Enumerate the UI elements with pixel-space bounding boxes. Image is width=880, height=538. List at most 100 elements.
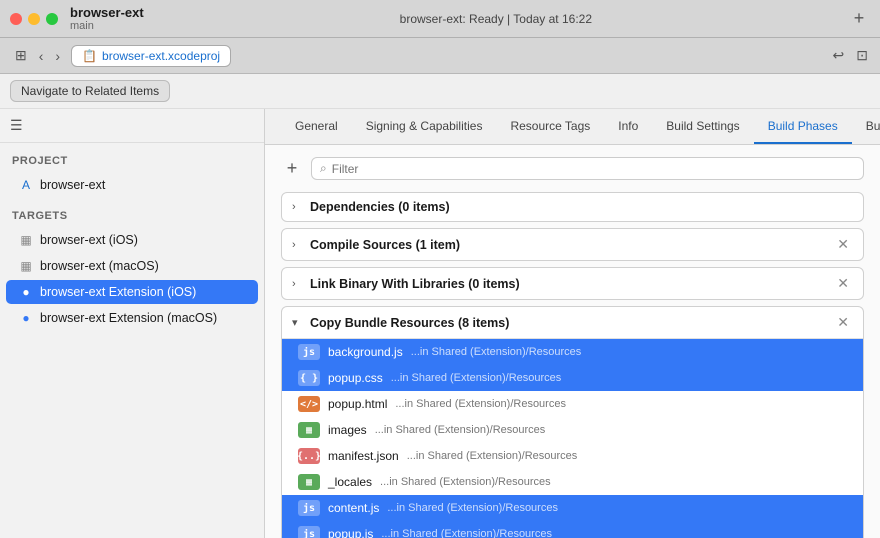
file-name-manifest-json: manifest.json [328,449,399,463]
link-chevron-icon: › [292,278,304,290]
phase-dependencies: › Dependencies (0 items) [281,192,864,222]
navigate-related-button[interactable]: Navigate to Related Items [10,80,170,102]
sidebar-item-macos[interactable]: ▦ browser-ext (macOS) [6,254,258,278]
file-path-popup-js: ...in Shared (Extension)/Resources [381,528,552,538]
grid-view-button[interactable]: ⊞ [10,45,32,66]
layout-button[interactable]: ⊡ [854,45,870,66]
phase-copy-header[interactable]: ▾ Copy Bundle Resources (8 items) ✕ [282,307,863,339]
json-icon: {..} [298,448,320,464]
active-tab[interactable]: 📋 browser-ext.xcodeproj [71,45,231,67]
phase-link: › Link Binary With Libraries (0 items) ✕ [281,267,864,300]
file-name-images: images [328,423,367,437]
minimize-traffic-light[interactable] [28,13,40,25]
toolbar-nav: ⊞ ‹ › [10,45,65,66]
file-path-locales: ...in Shared (Extension)/Resources [380,476,551,488]
file-row-popup-html[interactable]: </> popup.html ...in Shared (Extension)/… [282,391,863,417]
app-icon: A [18,177,34,193]
file-path-background-js: ...in Shared (Extension)/Resources [411,346,582,358]
titlebar-right: + [848,8,870,30]
forward-button[interactable]: › [50,46,65,66]
ext-ios-icon: ● [18,284,34,300]
file-name-popup-html: popup.html [328,397,387,411]
build-phases-content: + ⌕ › Dependencies (0 items) › Compile S… [265,145,880,538]
file-path-popup-html: ...in Shared (Extension)/Resources [395,398,566,410]
sidebar-toggle-button[interactable]: ☰ [10,117,23,134]
compile-chevron-icon: › [292,239,304,251]
html-icon: </> [298,396,320,412]
copy-title: Copy Bundle Resources (8 items) [310,316,827,330]
phase-dependencies-header[interactable]: › Dependencies (0 items) [282,193,863,221]
add-tab-button[interactable]: + [848,8,870,30]
sidebar-item-ios[interactable]: ▦ browser-ext (iOS) [6,228,258,252]
sidebar: ☰ PROJECT A browser-ext TARGETS ▦ browse… [0,109,265,538]
sidebar-ios-label: browser-ext (iOS) [40,233,138,247]
file-row-background-js[interactable]: js background.js ...in Shared (Extension… [282,339,863,365]
dependencies-chevron-icon: › [292,201,304,213]
back-button[interactable]: ‹ [34,46,49,66]
phase-link-header[interactable]: › Link Binary With Libraries (0 items) ✕ [282,268,863,299]
phase-compile-header[interactable]: › Compile Sources (1 item) ✕ [282,229,863,260]
file-row-content-js[interactable]: js content.js ...in Shared (Extension)/R… [282,495,863,521]
phase-compile: › Compile Sources (1 item) ✕ [281,228,864,261]
file-list: js background.js ...in Shared (Extension… [282,339,863,538]
sidebar-ext-ios-label: browser-ext Extension (iOS) [40,285,196,299]
loc-icon: ▦ [298,474,320,490]
file-row-manifest-json[interactable]: {..} manifest.json ...in Shared (Extensi… [282,443,863,469]
tab-signing[interactable]: Signing & Capabilities [352,109,497,144]
titlebar-left: browser-ext main [10,5,144,32]
img-icon: ▦ [298,422,320,438]
tab-build-phases[interactable]: Build Phases [754,109,852,144]
tabs-bar: General Signing & Capabilities Resource … [265,109,880,145]
js-icon-2: js [298,500,320,516]
filter-input[interactable] [332,162,855,176]
link-title: Link Binary With Libraries (0 items) [310,277,827,291]
compile-close-button[interactable]: ✕ [833,236,853,253]
add-phase-button[interactable]: + [281,158,303,180]
sidebar-item-project[interactable]: A browser-ext [6,173,258,197]
file-row-popup-js[interactable]: js popup.js ...in Shared (Extension)/Res… [282,521,863,538]
compile-title: Compile Sources (1 item) [310,238,827,252]
file-name-content-js: content.js [328,501,379,515]
toolbar-icons: ↩ ⊡ [831,45,870,66]
copy-close-button[interactable]: ✕ [833,314,853,331]
file-name-popup-css: popup.css [328,371,383,385]
link-close-button[interactable]: ✕ [833,275,853,292]
sidebar-item-ext-macos[interactable]: ● browser-ext Extension (macOS) [6,306,258,330]
file-row-locales[interactable]: ▦ _locales ...in Shared (Extension)/Reso… [282,469,863,495]
phase-copy-bundle: ▾ Copy Bundle Resources (8 items) ✕ js b… [281,306,864,538]
titlebar: browser-ext main browser-ext: Ready | To… [0,0,880,38]
tab-info[interactable]: Info [604,109,652,144]
navigate-bar: Navigate to Related Items [0,74,880,109]
sidebar-toggle: ☰ [0,109,264,143]
project-section-title: PROJECT [0,143,264,172]
file-path-manifest-json: ...in Shared (Extension)/Resources [407,450,578,462]
file-name-popup-js: popup.js [328,527,373,538]
filter-icon: ⌕ [320,161,327,176]
ios-icon: ▦ [18,232,34,248]
filter-box: ⌕ [311,157,864,180]
maximize-traffic-light[interactable] [46,13,58,25]
file-row-images[interactable]: ▦ images ...in Shared (Extension)/Resour… [282,417,863,443]
toolbar: ⊞ ‹ › 📋 browser-ext.xcodeproj ↩ ⊡ [0,38,880,74]
titlebar-center: browser-ext: Ready | Today at 16:22 [152,12,840,26]
sidebar-macos-label: browser-ext (macOS) [40,259,159,273]
sidebar-item-ext-ios[interactable]: ● browser-ext Extension (iOS) [6,280,258,304]
file-row-popup-css[interactable]: { } popup.css ...in Shared (Extension)/R… [282,365,863,391]
js-icon-3: js [298,526,320,538]
refresh-button[interactable]: ↩ [831,45,847,66]
traffic-lights [10,13,58,25]
tab-build-rules[interactable]: Build Rules [852,109,880,144]
build-toolbar: + ⌕ [281,157,864,180]
dependencies-title: Dependencies (0 items) [310,200,853,214]
content-area: General Signing & Capabilities Resource … [265,109,880,538]
tab-resource-tags[interactable]: Resource Tags [496,109,604,144]
file-name-locales: _locales [328,475,372,489]
targets-section-title: TARGETS [0,198,264,227]
close-traffic-light[interactable] [10,13,22,25]
file-path-images: ...in Shared (Extension)/Resources [375,424,546,436]
tab-build-settings[interactable]: Build Settings [652,109,753,144]
tab-general[interactable]: General [281,109,352,144]
file-path-content-js: ...in Shared (Extension)/Resources [387,502,558,514]
ext-macos-icon: ● [18,310,34,326]
main: ☰ PROJECT A browser-ext TARGETS ▦ browse… [0,109,880,538]
